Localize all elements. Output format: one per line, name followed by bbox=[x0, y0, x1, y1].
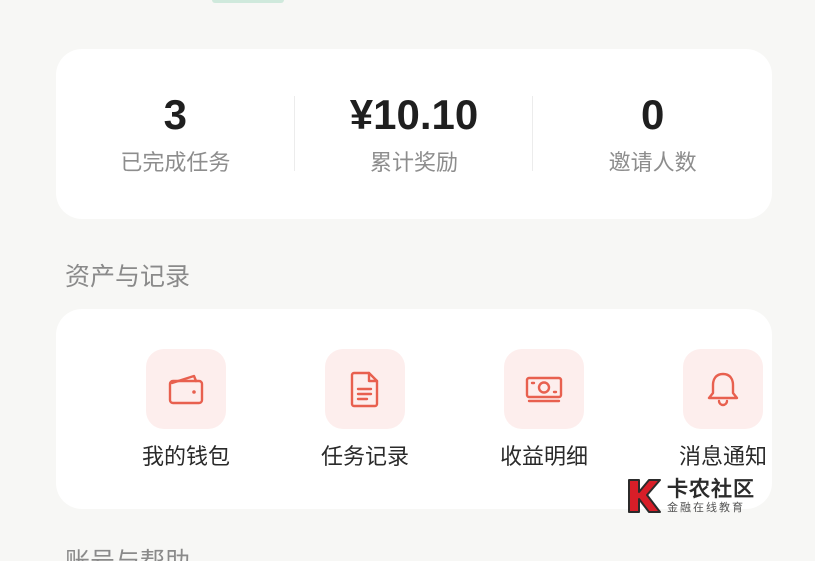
feature-icon-bg bbox=[504, 349, 584, 429]
feature-icon-bg bbox=[146, 349, 226, 429]
feature-icon-bg bbox=[325, 349, 405, 429]
feature-wallet[interactable]: 我的钱包 bbox=[121, 349, 251, 473]
section-title-assets: 资产与记录 bbox=[65, 262, 191, 291]
feature-task-records[interactable]: 任务记录 bbox=[300, 349, 430, 473]
stat-label: 已完成任务 bbox=[120, 151, 231, 176]
feature-label: 我的钱包 bbox=[141, 445, 230, 470]
feature-label: 消息通知 bbox=[678, 445, 767, 470]
stat-value: 3 bbox=[163, 91, 188, 138]
stat-value: 0 bbox=[641, 91, 665, 138]
watermark-logo-icon bbox=[628, 479, 661, 513]
feature-label: 任务记录 bbox=[320, 445, 409, 470]
section-title-account: 账号与帮助 bbox=[65, 545, 190, 561]
top-tab-indicator bbox=[212, 0, 284, 3]
feature-earnings-details[interactable]: 收益明细 bbox=[479, 349, 609, 473]
money-icon bbox=[525, 376, 563, 403]
watermark-main: 卡农社区 bbox=[667, 477, 755, 501]
feature-notifications[interactable]: 消息通知 bbox=[658, 349, 788, 473]
stat-total-reward[interactable]: ¥10.10 累计奖励 bbox=[295, 49, 534, 219]
bell-icon bbox=[707, 372, 739, 407]
stat-invited-count[interactable]: 0 邀请人数 bbox=[533, 49, 772, 219]
wallet-icon bbox=[168, 374, 204, 405]
profile-page: 3 已完成任务 ¥10.10 累计奖励 0 邀请人数 资产与记录 我的钱包 任务… bbox=[0, 0, 815, 561]
watermark-text: 卡农社区 金融在线教育 bbox=[667, 477, 755, 515]
stats-card: 3 已完成任务 ¥10.10 累计奖励 0 邀请人数 bbox=[56, 49, 772, 219]
stat-value: ¥10.10 bbox=[349, 91, 479, 138]
feature-label: 收益明细 bbox=[499, 445, 588, 470]
feature-icon-bg bbox=[683, 349, 763, 429]
stat-label: 邀请人数 bbox=[608, 151, 697, 176]
stat-label: 累计奖励 bbox=[370, 151, 459, 176]
watermark-sub: 金融在线教育 bbox=[667, 501, 745, 514]
document-icon bbox=[350, 371, 379, 408]
stat-completed-tasks[interactable]: 3 已完成任务 bbox=[56, 49, 295, 219]
watermark: 卡农社区 金融在线教育 bbox=[625, 474, 765, 518]
